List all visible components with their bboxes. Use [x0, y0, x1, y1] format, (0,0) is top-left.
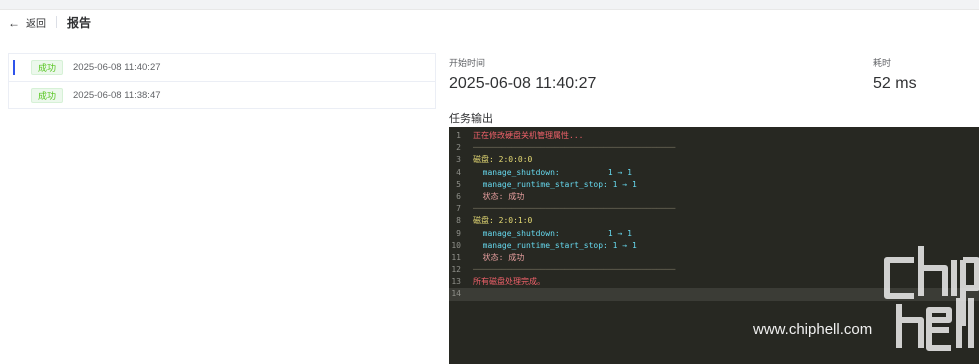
console-line: 所有磁盘处理完成。: [473, 277, 545, 287]
duration-label: 耗时: [873, 58, 892, 68]
line-number: 1: [456, 131, 461, 140]
status-badge: 成功: [31, 88, 63, 103]
run-time: 2025-06-08 11:40:27: [73, 62, 161, 73]
duration-value: 52 ms: [873, 75, 917, 92]
run-item[interactable]: 成功 2025-06-08 11:40:27: [9, 54, 435, 81]
line-number: 8: [456, 216, 461, 226]
back-button[interactable]: ← 返回: [8, 15, 46, 31]
line-number: 9: [456, 228, 461, 238]
console-line: ────────────────────────────────────────…: [473, 143, 676, 153]
line-number: 11: [451, 252, 461, 262]
line-number: 13: [451, 277, 461, 287]
line-number: 5: [456, 179, 461, 189]
status-badge: 成功: [31, 60, 63, 75]
run-item[interactable]: 成功 2025-06-08 11:38:47: [9, 81, 435, 108]
console-line: 状态: 成功: [473, 191, 525, 201]
line-number: 3: [456, 155, 461, 165]
watermark-text: www.chiphell.com: [753, 321, 873, 338]
page-title: 报告: [67, 16, 92, 30]
line-number: 2: [456, 143, 461, 153]
console-line: 磁盘: 2:0:1:0: [473, 216, 533, 226]
back-label: 返回: [26, 19, 46, 30]
line-number: 6: [456, 191, 461, 201]
console-line: manage_runtime_start_stop: 1 → 1: [473, 179, 637, 189]
active-indicator: [13, 60, 15, 75]
console-line: ────────────────────────────────────────…: [473, 204, 676, 214]
console-line: ────────────────────────────────────────…: [473, 265, 676, 275]
run-time: 2025-06-08 11:38:47: [73, 90, 161, 101]
console-line: 磁盘: 2:0:0:0: [473, 155, 533, 165]
line-number: 7: [456, 204, 461, 214]
console-line: 正在修改硬盘关机管理属性...: [473, 131, 584, 140]
task-output-title: 任务输出: [449, 113, 493, 125]
line-number: 14: [451, 289, 461, 299]
console-line: manage_runtime_start_stop: 1 → 1: [473, 240, 637, 250]
console-line: 状态: 成功: [473, 252, 525, 262]
line-number: 4: [456, 167, 461, 177]
run-history-list: 成功 2025-06-08 11:40:27 成功 2025-06-08 11:…: [8, 53, 436, 109]
header-divider: [56, 16, 57, 28]
start-time-label: 开始时间: [449, 58, 486, 68]
line-number: 10: [451, 240, 461, 250]
start-time-value: 2025-06-08 11:40:27: [449, 75, 597, 92]
arrow-left-icon: ←: [8, 15, 20, 30]
line-number: 12: [451, 265, 461, 275]
console-line: manage_shutdown: 1 → 1: [473, 167, 632, 177]
chiphell-logo: [884, 246, 979, 351]
top-strip: [0, 0, 979, 10]
console-line: manage_shutdown: 1 → 1: [473, 228, 632, 238]
